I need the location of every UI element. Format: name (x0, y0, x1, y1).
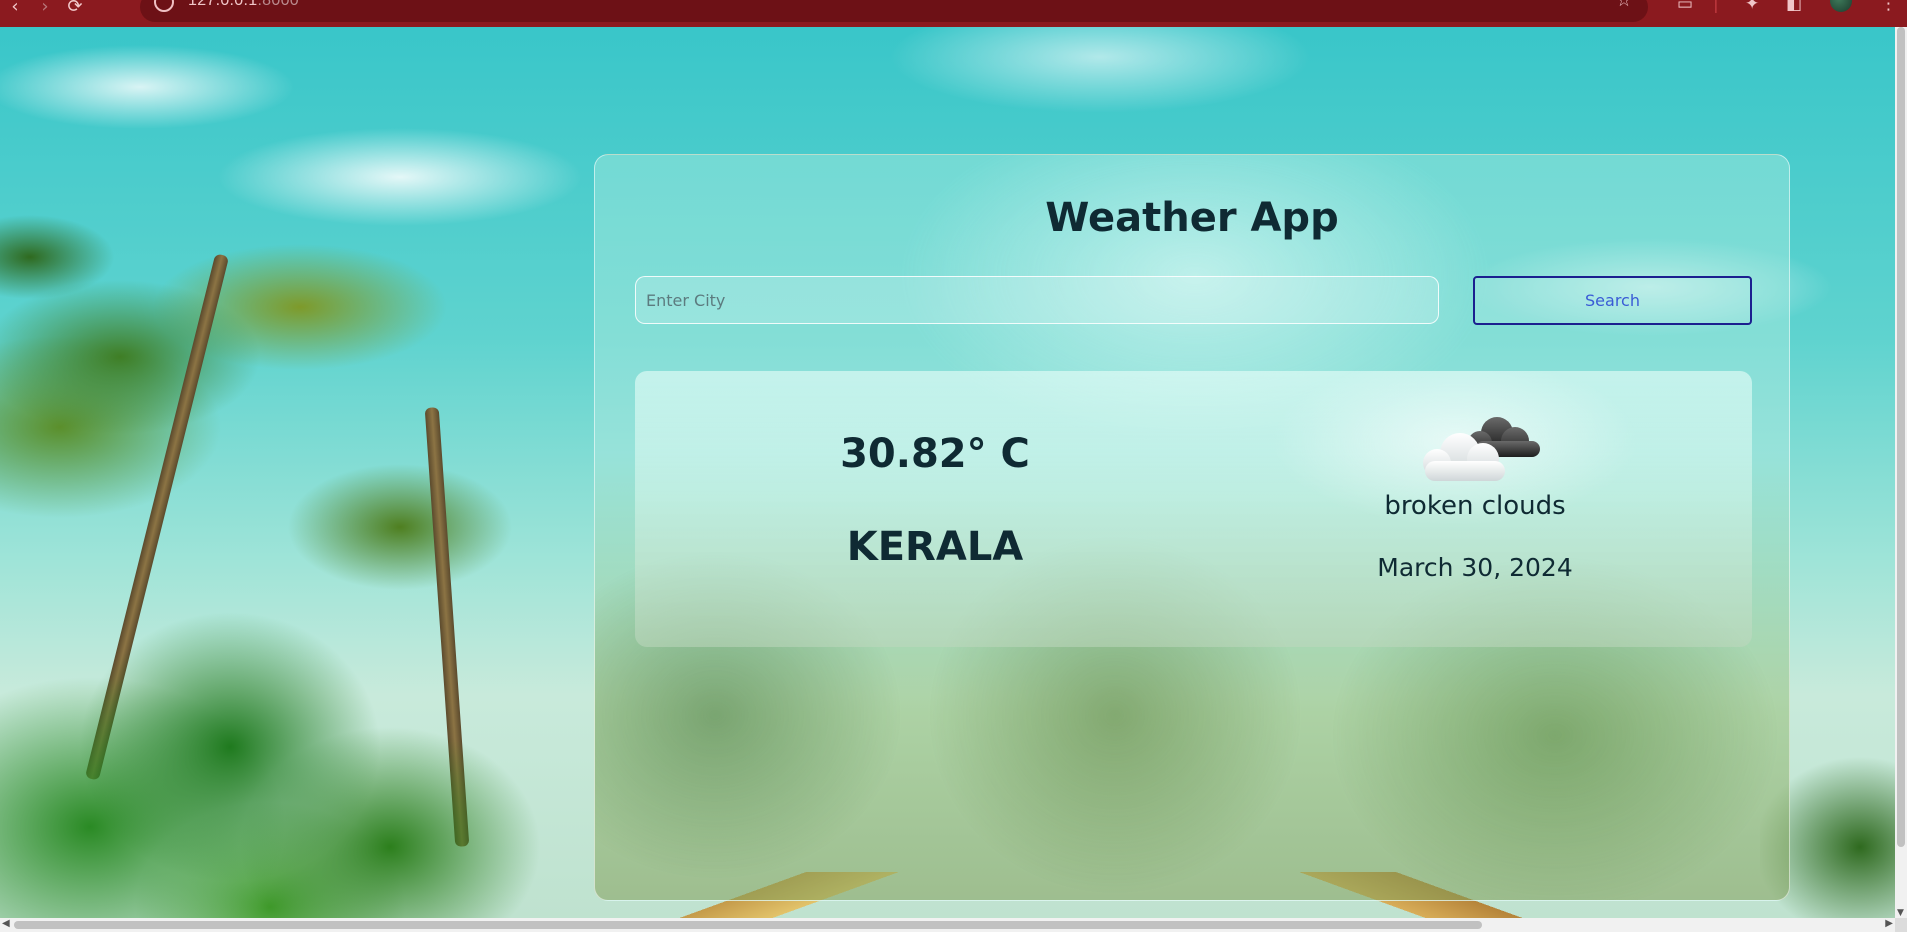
url-host: 127.0.0.1 (188, 0, 258, 9)
vertical-scroll-thumb[interactable] (1897, 27, 1905, 847)
reload-icon[interactable]: ⟳ (60, 0, 90, 17)
site-info-icon[interactable] (154, 0, 174, 12)
address-url[interactable]: 127.0.0.1:8000 (188, 0, 299, 10)
scroll-down-arrow-icon[interactable]: ▼ (1897, 908, 1904, 918)
weather-date: March 30, 2024 (1377, 553, 1573, 582)
forward-icon[interactable]: › (30, 0, 60, 17)
side-panel-icon[interactable]: ◧ (1786, 0, 1802, 14)
temperature-value: 30.82° C (840, 431, 1030, 477)
scroll-left-arrow-icon[interactable]: ◀ (2, 918, 10, 929)
broken-clouds-icon (1423, 417, 1540, 481)
location-name: KERALA (846, 524, 1024, 570)
app-title: Weather App (1045, 195, 1339, 241)
weather-description: broken clouds (1384, 491, 1566, 521)
back-icon[interactable]: ‹ (0, 0, 30, 17)
horizontal-scrollbar[interactable]: ◀ ▶ (0, 918, 1895, 932)
horizontal-scroll-thumb[interactable] (14, 921, 1482, 929)
menu-kebab-icon[interactable]: ⋮ (1880, 0, 1897, 14)
url-port: :8000 (257, 0, 299, 9)
vertical-scrollbar[interactable]: ▼ (1895, 27, 1907, 918)
weather-card: Weather App Search 30.82° C KERALA (594, 154, 1790, 901)
extensions-icon[interactable]: ✦ (1745, 0, 1759, 14)
scroll-right-arrow-icon[interactable]: ▶ (1885, 918, 1893, 929)
scrollbar-corner (1895, 918, 1907, 932)
bookmark-star-icon[interactable]: ☆ (1616, 0, 1632, 11)
separator-icon: | (1713, 0, 1719, 14)
address-bar[interactable]: 127.0.0.1:8000 ☆ (140, 0, 1648, 22)
background-bushes (0, 547, 570, 918)
page-viewport: Weather App Search 30.82° C KERALA (0, 27, 1895, 918)
downloads-icon[interactable]: ▭ (1677, 0, 1693, 14)
search-button[interactable]: Search (1473, 276, 1752, 325)
weather-result-panel: 30.82° C KERALA broken clouds March 30, … (635, 371, 1752, 647)
profile-avatar[interactable] (1830, 0, 1852, 12)
browser-toolbar: ‹ › ⟳ 127.0.0.1:8000 ☆ ▭ | ✦ ◧ ⋮ (0, 0, 1907, 27)
city-search-input[interactable] (635, 276, 1439, 324)
